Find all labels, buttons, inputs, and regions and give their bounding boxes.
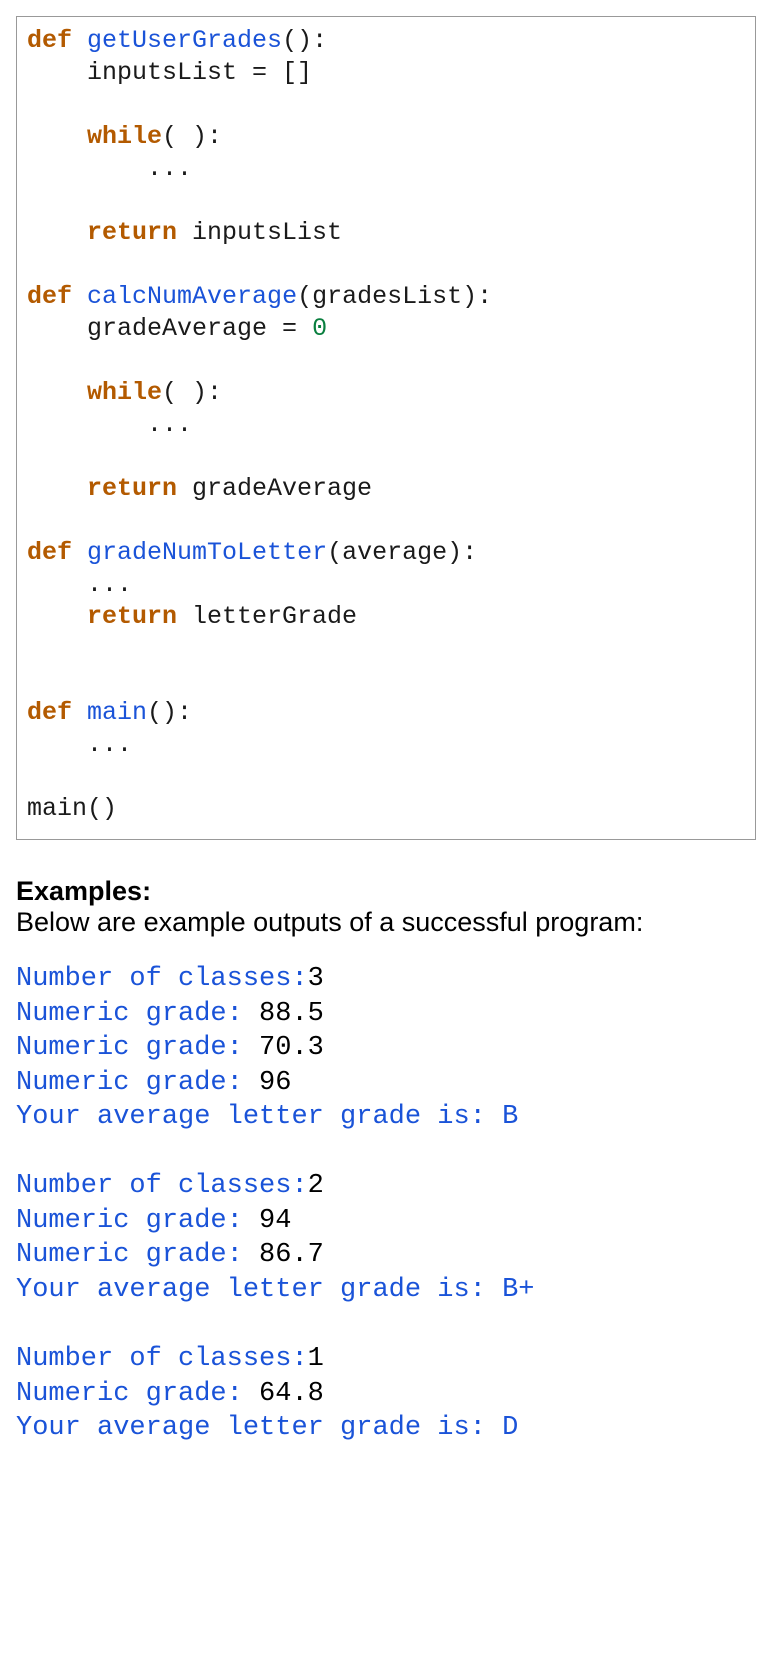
sig-rest: (gradesList): — [297, 282, 492, 311]
fn-main: main — [87, 698, 147, 727]
examples-heading: Examples: — [16, 876, 752, 907]
value-num-classes: 3 — [308, 964, 324, 994]
sig-rest: (average): — [327, 538, 477, 567]
prompt-num-classes: Number of classes: — [16, 1171, 308, 1201]
sig-rest: (): — [147, 698, 192, 727]
ellipsis: ... — [147, 410, 192, 439]
value-num-classes: 2 — [308, 1171, 324, 1201]
msg-average: Your average letter grade is: — [16, 1413, 502, 1443]
value-grade: 96 — [259, 1068, 291, 1098]
return-letterGrade: letterGrade — [177, 602, 357, 631]
fn-gradeNumToLetter: gradeNumToLetter — [87, 538, 327, 567]
value-result: D — [502, 1413, 518, 1443]
sig-rest: (): — [282, 26, 327, 55]
fn-getUserGrades: getUserGrades — [87, 26, 282, 55]
keyword-def: def — [27, 26, 72, 55]
while-cond: ( ): — [162, 378, 222, 407]
keyword-def: def — [27, 698, 72, 727]
ellipsis: ... — [87, 570, 132, 599]
keyword-while: while — [87, 122, 162, 151]
prompt-numeric-grade: Numeric grade: — [16, 1379, 259, 1409]
value-grade: 70.3 — [259, 1033, 324, 1063]
keyword-while: while — [87, 378, 162, 407]
prompt-numeric-grade: Numeric grade: — [16, 1068, 259, 1098]
msg-average: Your average letter grade is: — [16, 1102, 502, 1132]
prompt-numeric-grade: Numeric grade: — [16, 1033, 259, 1063]
line-inputsList: inputsList = [] — [87, 58, 312, 87]
prompt-numeric-grade: Numeric grade: — [16, 999, 259, 1029]
keyword-return: return — [87, 218, 177, 247]
prompt-numeric-grade: Numeric grade: — [16, 1240, 259, 1270]
keyword-return: return — [87, 474, 177, 503]
keyword-return: return — [87, 602, 177, 631]
while-cond: ( ): — [162, 122, 222, 151]
ellipsis: ... — [147, 154, 192, 183]
line-main-call: main() — [27, 794, 117, 823]
prompt-numeric-grade: Numeric grade: — [16, 1206, 259, 1236]
example-output-block: Number of classes:3 Numeric grade: 88.5 … — [16, 962, 752, 1446]
return-gradeAverage: gradeAverage — [177, 474, 372, 503]
value-result: B+ — [502, 1275, 534, 1305]
value-grade: 86.7 — [259, 1240, 324, 1270]
msg-average: Your average letter grade is: — [16, 1275, 502, 1305]
fn-calcNumAverage: calcNumAverage — [87, 282, 297, 311]
prompt-num-classes: Number of classes: — [16, 1344, 308, 1374]
value-grade: 88.5 — [259, 999, 324, 1029]
keyword-def: def — [27, 538, 72, 567]
return-inputsList: inputsList — [177, 218, 342, 247]
prompt-num-classes: Number of classes: — [16, 964, 308, 994]
keyword-def: def — [27, 282, 72, 311]
literal-zero: 0 — [312, 314, 327, 343]
value-num-classes: 1 — [308, 1344, 324, 1374]
value-result: B — [502, 1102, 518, 1132]
examples-intro: Below are example outputs of a successfu… — [16, 907, 752, 938]
ellipsis: ... — [87, 730, 132, 759]
line-gradeAverage: gradeAverage = — [87, 314, 312, 343]
value-grade: 94 — [259, 1206, 291, 1236]
code-skeleton-box: def getUserGrades(): inputsList = [] whi… — [16, 16, 756, 840]
value-grade: 64.8 — [259, 1379, 324, 1409]
